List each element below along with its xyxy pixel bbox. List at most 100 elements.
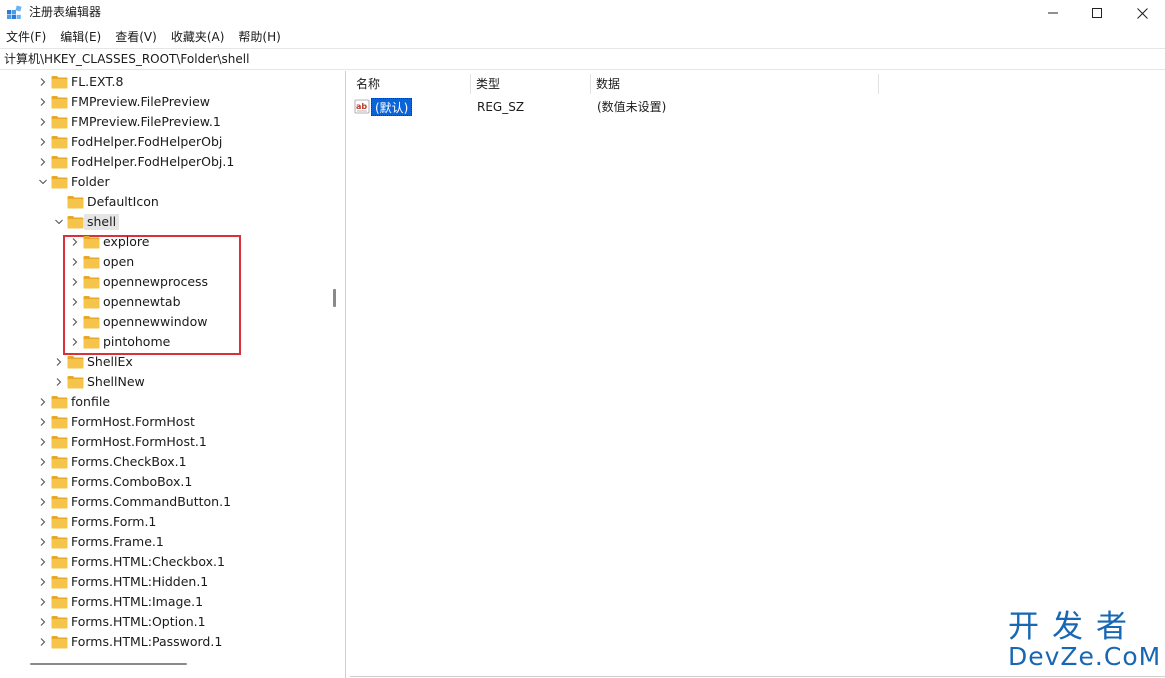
- chevron-right-icon[interactable]: [54, 377, 64, 387]
- chevron-right-icon[interactable]: [38, 117, 48, 127]
- svg-text:ab: ab: [356, 102, 367, 111]
- close-button[interactable]: [1119, 0, 1165, 26]
- tree-item[interactable]: opennewprocess: [0, 272, 330, 292]
- tree-item-label: ShellEx: [87, 354, 133, 369]
- tree-item[interactable]: FormHost.FormHost: [0, 412, 330, 432]
- folder-icon: [51, 556, 68, 569]
- folder-icon: [51, 396, 68, 409]
- chevron-right-icon[interactable]: [38, 417, 48, 427]
- chevron-right-icon[interactable]: [38, 137, 48, 147]
- chevron-right-icon[interactable]: [38, 577, 48, 587]
- tree-item[interactable]: Forms.ComboBox.1: [0, 472, 330, 492]
- folder-icon: [51, 96, 68, 109]
- value-name[interactable]: (默认): [371, 98, 413, 116]
- chevron-right-icon[interactable]: [38, 457, 48, 467]
- tree-item-label: open: [103, 254, 135, 269]
- folder-icon: [83, 276, 100, 289]
- folder-icon: [51, 536, 68, 549]
- chevron-right-icon[interactable]: [38, 557, 48, 567]
- chevron-right-icon[interactable]: [38, 597, 48, 607]
- chevron-right-icon[interactable]: [70, 337, 80, 347]
- tree-item[interactable]: open: [0, 252, 330, 272]
- tree-item[interactable]: explore: [0, 232, 330, 252]
- chevron-right-icon[interactable]: [38, 517, 48, 527]
- column-header-data[interactable]: 数据: [590, 71, 878, 97]
- tree-item[interactable]: FormHost.FormHost.1: [0, 432, 330, 452]
- chevron-right-icon[interactable]: [54, 357, 64, 367]
- menu-file[interactable]: 文件(F): [0, 28, 53, 46]
- tree-item[interactable]: Forms.CommandButton.1: [0, 492, 330, 512]
- chevron-right-icon[interactable]: [38, 97, 48, 107]
- tree-item[interactable]: FL.EXT.8: [0, 72, 330, 92]
- minimize-button[interactable]: [1030, 0, 1076, 26]
- chevron-down-icon[interactable]: [38, 177, 48, 187]
- folder-icon: [51, 516, 68, 529]
- menu-favorites[interactable]: 收藏夹(A): [164, 28, 232, 46]
- chevron-right-icon[interactable]: [38, 397, 48, 407]
- tree-item[interactable]: Folder: [0, 172, 330, 192]
- tree-item-label: opennewwindow: [103, 314, 208, 329]
- tree-item[interactable]: FodHelper.FodHelperObj.1: [0, 152, 330, 172]
- tree-item-label: Forms.CommandButton.1: [71, 494, 232, 509]
- tree-item[interactable]: opennewwindow: [0, 312, 330, 332]
- chevron-right-icon[interactable]: [38, 617, 48, 627]
- values-pane[interactable]: 名称 类型 数据 ab (默认) REG_SZ (数值未设置): [350, 71, 1165, 678]
- tree-item[interactable]: Forms.Frame.1: [0, 532, 330, 552]
- menu-view[interactable]: 查看(V): [108, 28, 164, 46]
- column-separator[interactable]: [878, 74, 879, 94]
- key-tree-pane[interactable]: FL.EXT.8 FMPreview.FilePreview FMPreview.F…: [0, 71, 346, 678]
- column-header-type[interactable]: 类型: [470, 71, 590, 97]
- maximize-button[interactable]: [1074, 0, 1120, 26]
- chevron-right-icon[interactable]: [70, 277, 80, 287]
- column-header-name[interactable]: 名称: [350, 71, 470, 97]
- folder-icon: [51, 416, 68, 429]
- tree-item[interactable]: pintohome: [0, 332, 330, 352]
- address-path[interactable]: 计算机\HKEY_CLASSES_ROOT\Folder\shell: [4, 52, 249, 67]
- folder-icon: [67, 356, 84, 369]
- tree-item[interactable]: fonfile: [0, 392, 330, 412]
- tree-vertical-scrollbar[interactable]: [333, 289, 336, 307]
- chevron-right-icon[interactable]: [70, 257, 80, 267]
- chevron-right-icon[interactable]: [70, 237, 80, 247]
- tree-item[interactable]: FMPreview.FilePreview: [0, 92, 330, 112]
- chevron-down-icon[interactable]: [54, 217, 64, 227]
- tree-item-label: explore: [103, 234, 150, 249]
- tree-item[interactable]: DefaultIcon: [0, 192, 330, 212]
- chevron-right-icon[interactable]: [38, 537, 48, 547]
- menu-edit[interactable]: 编辑(E): [53, 28, 108, 46]
- chevron-right-icon[interactable]: [38, 157, 48, 167]
- tree-item[interactable]: FodHelper.FodHelperObj: [0, 132, 330, 152]
- tree-item[interactable]: ShellEx: [0, 352, 330, 372]
- chevron-right-icon[interactable]: [38, 437, 48, 447]
- tree-item[interactable]: Forms.HTML:Image.1: [0, 592, 330, 612]
- chevron-right-icon[interactable]: [38, 637, 48, 647]
- tree-item[interactable]: Forms.CheckBox.1: [0, 452, 330, 472]
- tree-item-label: Forms.Frame.1: [71, 534, 164, 549]
- folder-icon: [83, 316, 100, 329]
- string-value-icon: ab: [354, 99, 370, 114]
- menu-help[interactable]: 帮助(H): [231, 28, 287, 46]
- tree-item[interactable]: Forms.HTML:Checkbox.1: [0, 552, 330, 572]
- tree-item[interactable]: Forms.Form.1: [0, 512, 330, 532]
- chevron-right-icon[interactable]: [70, 297, 80, 307]
- folder-icon: [51, 596, 68, 609]
- tree-item-label: FodHelper.FodHelperObj: [71, 134, 223, 149]
- chevron-right-icon[interactable]: [38, 477, 48, 487]
- tree-item[interactable]: opennewtab: [0, 292, 330, 312]
- value-row[interactable]: ab (默认) REG_SZ (数值未设置): [350, 97, 1165, 117]
- value-data: (数值未设置): [597, 100, 667, 114]
- tree-item[interactable]: ShellNew: [0, 372, 330, 392]
- folder-icon: [51, 476, 68, 489]
- tree-item[interactable]: Forms.HTML:Password.1: [0, 632, 330, 652]
- tree-item[interactable]: FMPreview.FilePreview.1: [0, 112, 330, 132]
- chevron-right-icon[interactable]: [38, 77, 48, 87]
- chevron-right-icon[interactable]: [70, 317, 80, 327]
- tree-item[interactable]: shell: [0, 212, 330, 232]
- tree-horizontal-scrollbar[interactable]: [30, 663, 187, 665]
- address-bar[interactable]: 计算机\HKEY_CLASSES_ROOT\Folder\shell: [0, 48, 1165, 70]
- tree-item-label: Forms.HTML:Option.1: [71, 614, 206, 629]
- folder-icon: [67, 216, 84, 229]
- chevron-right-icon[interactable]: [38, 497, 48, 507]
- tree-item[interactable]: Forms.HTML:Hidden.1: [0, 572, 330, 592]
- tree-item[interactable]: Forms.HTML:Option.1: [0, 612, 330, 632]
